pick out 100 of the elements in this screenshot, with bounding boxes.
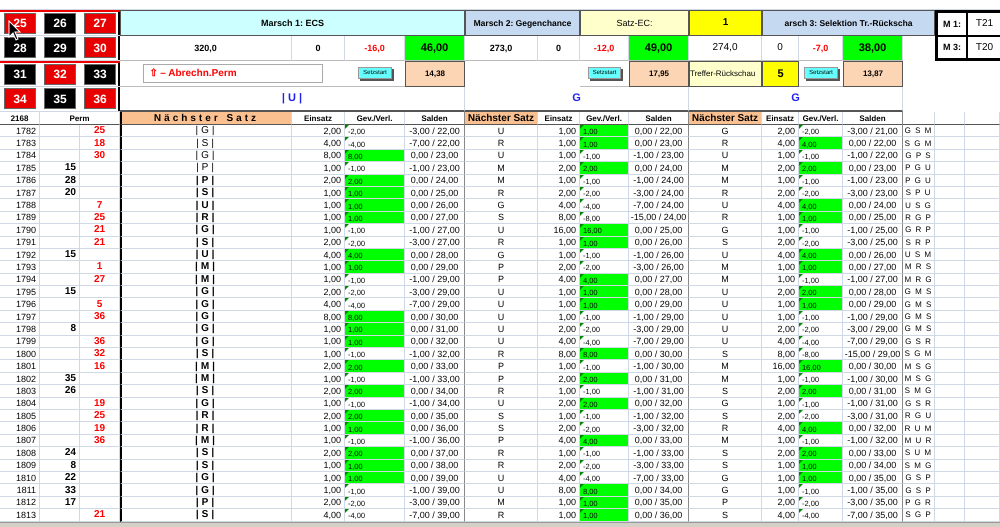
table-cell: U [465, 310, 538, 324]
table-cell: R [465, 137, 538, 150]
table-cell: U [465, 286, 538, 298]
section-title: Marsch 2: Gegenchance [465, 10, 580, 36]
number-tile[interactable]: 32 [44, 64, 76, 85]
number-tile[interactable]: 29 [44, 37, 76, 58]
section-title: arsch 3: Selektion Tr.-Rückscha [762, 10, 935, 36]
table-cell: G S R [903, 398, 935, 410]
ratio-value: 17,95 [629, 61, 689, 86]
empty-cell [965, 447, 1000, 460]
table-cell: U [689, 248, 762, 262]
table-cell: 21 [80, 236, 120, 249]
table-cell: 1,00 [538, 248, 580, 262]
empty-cell [965, 212, 1000, 224]
table-cell: 0,00 / 36,00 [405, 422, 465, 435]
table-cell: M U R [903, 434, 935, 448]
table-cell: G [689, 224, 762, 237]
table-cell: 1786 [0, 174, 40, 187]
number-tile[interactable]: 26 [44, 12, 76, 34]
table-cell: 0,00 / 31,00 [405, 323, 465, 336]
table-cell: |G| [120, 150, 292, 162]
empty-cell [80, 323, 120, 336]
total-value: 273,0 [465, 36, 538, 61]
table-cell: U [465, 150, 538, 162]
table-cell: U [689, 199, 762, 212]
number-tile[interactable]: 33 [84, 64, 116, 85]
table-cell: 1799 [0, 336, 40, 348]
table-cell: M [689, 274, 762, 286]
table-cell: 1802 [0, 372, 40, 386]
empty-cell [965, 286, 1000, 298]
table-cell: 1,00 [538, 310, 580, 324]
empty-cell [965, 472, 1000, 484]
number-tile[interactable]: 30 [84, 37, 116, 58]
table-cell: 1,00 [762, 372, 799, 386]
table-cell: -1,00 / 22,00 [843, 150, 903, 162]
table-cell: 1803 [0, 385, 40, 398]
table-cell: M [689, 174, 762, 187]
table-cell: |U| [120, 248, 292, 262]
table-cell: 2,00 [292, 125, 345, 138]
table-cell: 0,00 / 32,00 [405, 336, 465, 348]
table-cell: G [689, 398, 762, 410]
table-cell: |R| [120, 410, 292, 422]
empty-cell [965, 137, 1000, 150]
table-cell: 1,00 [762, 224, 799, 237]
empty-cell [80, 447, 120, 460]
table-cell: -1,00 / 30,00 [843, 372, 903, 386]
table-cell: 0,00 / 33,00 [843, 447, 903, 460]
table-cell: |S| [120, 236, 292, 249]
table-cell: G [465, 248, 538, 262]
table-cell: 0,00 / 27,00 [629, 274, 689, 286]
table-cell: -1,00 / 29,00 [629, 310, 689, 324]
table-cell: U [689, 310, 762, 324]
table-cell: 0,00 / 24,00 [629, 162, 689, 175]
empty-cell [40, 434, 80, 448]
table-cell: S U M [903, 447, 935, 460]
empty-cell [80, 372, 120, 386]
empty-cell [40, 298, 80, 311]
number-tile[interactable]: 34 [4, 88, 36, 110]
table-cell: 0,00 / 27,00 [405, 212, 465, 224]
table-cell: 0,00 / 23,00 [629, 137, 689, 150]
table-cell: 21 [80, 224, 120, 237]
table-cell: 4,00 [292, 137, 345, 150]
table-cell: -3,00 / 31,00 [843, 410, 903, 422]
empty-cell [40, 422, 80, 435]
table-cell: R U M [903, 422, 935, 435]
table-cell: G M S [903, 298, 935, 311]
table-cell: 1805 [0, 410, 40, 422]
table-cell: S P U [903, 186, 935, 200]
table-cell: 1789 [0, 212, 40, 224]
table-cell: -1,00 / 35,00 [843, 484, 903, 497]
table-cell: 28 [40, 174, 80, 187]
value-field[interactable]: 1 [689, 10, 762, 36]
table-cell: 1,00 [292, 274, 345, 286]
number-tile[interactable]: 36 [84, 88, 116, 110]
empty-cell [935, 398, 965, 410]
table-cell: 1788 [0, 199, 40, 212]
table-cell: |G| [120, 298, 292, 311]
table-cell: U [465, 323, 538, 336]
table-cell: -1,00 / 27,00 [843, 274, 903, 286]
empty-cell [40, 236, 80, 249]
table-cell: M 3: [937, 36, 967, 59]
number-tile[interactable]: 31 [4, 64, 36, 85]
number-tile[interactable]: 28 [4, 37, 36, 58]
table-cell: 0,00 / 29,00 [843, 298, 903, 311]
table-cell: -1,00 / 29,00 [843, 310, 903, 324]
table-cell: M R S [903, 261, 935, 274]
table-cell: 0,00 / 32,00 [843, 422, 903, 435]
number-tile[interactable]: 35 [44, 88, 76, 110]
table-cell: R G U [903, 410, 935, 422]
table-cell: |M| [120, 434, 292, 448]
table-cell: |S| [120, 137, 292, 150]
number-tile[interactable]: 27 [84, 12, 116, 34]
table-cell: M [689, 372, 762, 386]
table-cell: S [689, 385, 762, 398]
table-cell: |R| [120, 212, 292, 224]
table-cell: U [465, 125, 538, 138]
table-cell: U S M [903, 248, 935, 262]
empty-cell [965, 199, 1000, 212]
value-field[interactable]: 5 [762, 61, 799, 86]
table-cell: 30 [80, 150, 120, 162]
